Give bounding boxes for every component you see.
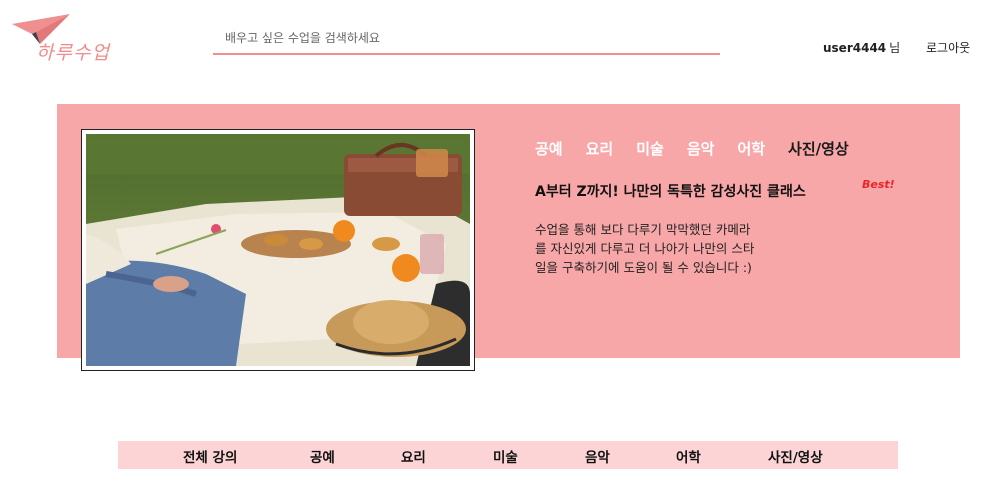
featured-class-photo[interactable] [81,129,475,371]
user-greeting: user4444 님 [823,39,900,56]
banner-category-photo-video[interactable]: 사진/영상 [788,138,849,159]
banner-category-cooking[interactable]: 요리 [586,138,614,159]
search-bar[interactable] [213,22,720,55]
tab-photo-video[interactable]: 사진/영상 [768,446,823,466]
banner-category-nav: 공예 요리 미술 음악 어학 사진/영상 [535,138,849,159]
banner-description: 수업을 통해 보다 다루기 막막했던 카메라 를 자신있게 다루고 더 나아가 … [535,220,810,277]
search-input[interactable] [213,22,720,53]
banner-headline[interactable]: A부터 Z까지! 나만의 독특한 감성사진 클래스 [535,181,806,201]
banner-category-music[interactable]: 음악 [687,138,715,159]
description-line: 를 자신있게 다루고 더 나아가 나만의 스타 [535,241,755,256]
tab-crafts[interactable]: 공예 [310,446,335,466]
tab-all-classes[interactable]: 전체 강의 [183,446,237,466]
tab-music[interactable]: 음악 [585,446,610,466]
tab-language[interactable]: 어학 [676,446,701,466]
best-badge: Best! [862,178,895,191]
username-suffix: 님 [889,41,901,55]
banner-category-crafts[interactable]: 공예 [535,138,563,159]
logout-link[interactable]: 로그아웃 [926,39,970,56]
description-line: 수업을 통해 보다 다루기 막막했던 카메라 [535,222,751,237]
category-tab-bar: 전체 강의 공예 요리 미술 음악 어학 사진/영상 [118,441,898,469]
tab-art[interactable]: 미술 [493,446,518,466]
username: user4444 [823,41,887,55]
tab-cooking[interactable]: 요리 [401,446,426,466]
logo-text: 하루수업 [36,42,110,64]
banner-category-art[interactable]: 미술 [636,138,664,159]
logo[interactable]: 하루수업 [10,12,122,64]
picnic-photo-image [86,134,470,366]
description-line: 일을 구축하기에 도움이 될 수 있습니다 :) [535,260,752,275]
banner-category-language[interactable]: 어학 [737,138,765,159]
